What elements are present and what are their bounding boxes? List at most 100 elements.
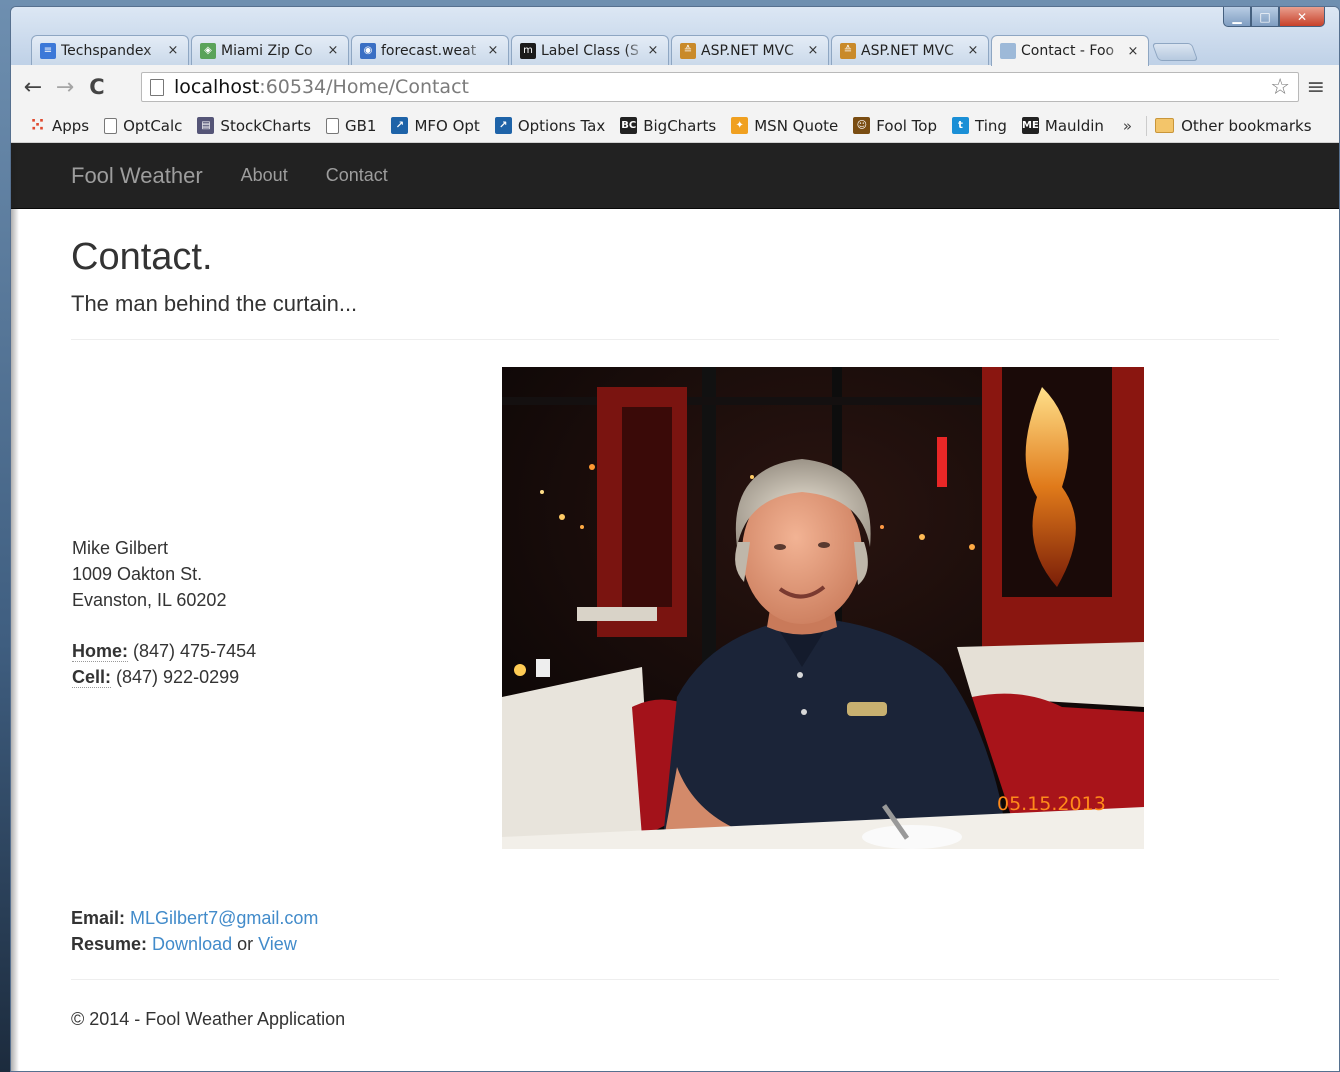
email-link[interactable]: MLGilbert7@gmail.com (130, 908, 318, 928)
bookmark-label: MFO Opt (414, 116, 480, 135)
tab-title: Label Class (S (541, 42, 639, 59)
tab-3[interactable]: m Label Class (S × (511, 35, 669, 65)
tab-title: Miami Zip Co (221, 42, 313, 59)
me-icon: ME (1021, 117, 1039, 134)
photo-date-stamp: 05.15.2013 (997, 793, 1106, 815)
page-viewport: Fool Weather About Contact Contact. The … (11, 143, 1339, 1071)
weather-icon: ◉ (360, 42, 376, 59)
bookmark-label: StockCharts (220, 116, 311, 135)
tab-list: ≡ Techspandex × ◈ Miami Zip Co × ◉ forecast.wea… (31, 35, 1199, 66)
bookmark-label: Options Tax (517, 116, 606, 135)
home-phone-label: Home: (72, 641, 129, 662)
email-line: Email: MLGilbert7@gmail.com (71, 905, 318, 931)
tab-close-icon[interactable]: × (806, 43, 820, 58)
nav-link-contact[interactable]: Contact (326, 165, 388, 186)
maximize-button[interactable]: □ (1251, 7, 1279, 27)
stack-icon: ≙ (680, 42, 696, 59)
contact-links: Email: MLGilbert7@gmail.com Resume: Down… (71, 905, 318, 957)
tab-close-icon[interactable]: × (966, 43, 980, 58)
page-content: Contact. The man behind the curtain... M… (71, 209, 1281, 1029)
menu-icon[interactable]: ≡ (1307, 75, 1325, 100)
doc-icon (325, 117, 339, 134)
page-icon (1000, 43, 1016, 59)
bookmark-item[interactable]: ME Mauldin (1021, 116, 1104, 135)
bookmark-item[interactable]: OptCalc (104, 117, 182, 135)
tab-strip: ▁ □ ✕ ≡ Techspandex × ◈ Miami Zip Co × ◉ foreca… (11, 7, 1339, 66)
bookmark-item[interactable]: ↗ MFO Opt (391, 116, 480, 135)
tab-0[interactable]: ≡ Techspandex × (31, 35, 189, 65)
portrait-photo-drawing: 05.15.2013 (502, 367, 1144, 849)
bigcharts-icon: BC (620, 117, 638, 134)
forward-button[interactable]: → (49, 75, 81, 100)
runner-icon: ↗ (494, 117, 512, 134)
bookmark-item[interactable]: GB1 (325, 116, 377, 135)
bookmark-label: GB1 (344, 116, 377, 135)
tab-close-icon[interactable]: × (326, 43, 340, 58)
tab-close-icon[interactable]: × (1126, 44, 1140, 59)
star-icon[interactable]: ☆ (1270, 75, 1290, 100)
msn-icon: ✦ (731, 117, 749, 134)
folder-icon (1155, 118, 1175, 133)
bookmark-label: Fool Top (876, 116, 937, 135)
tab-4[interactable]: ≙ ASP.NET MVC × (671, 35, 829, 65)
divider (71, 339, 1279, 340)
bookmark-label: MSN Quote (754, 116, 839, 135)
tab-title: ASP.NET MVC (701, 42, 794, 59)
tab-5[interactable]: ≙ ASP.NET MVC × (831, 35, 989, 65)
tab-title: Techspandex (61, 42, 152, 59)
resume-or-text: or (232, 934, 259, 954)
bookmarks-bar: ⁙ Apps OptCalc ▤ StockCharts GB1 ↗ MFO Opt ↗ Opti… (11, 109, 1339, 143)
reload-button[interactable]: C (81, 75, 113, 99)
window-controls: ▁ □ ✕ (1223, 7, 1325, 27)
url-path: :60534/Home/Contact (259, 76, 469, 98)
url-host: localhost (174, 76, 260, 98)
nav-link-about[interactable]: About (241, 165, 288, 186)
contact-address: Mike Gilbert 1009 Oakton St. Evanston, I… (72, 535, 256, 690)
close-window-button[interactable]: ✕ (1279, 7, 1325, 27)
tab-1[interactable]: ◈ Miami Zip Co × (191, 35, 349, 65)
other-bookmarks-label: Other bookmarks (1181, 116, 1312, 135)
contact-city: Evanston, IL 60202 (72, 590, 227, 610)
site-brand-link[interactable]: Fool Weather (71, 163, 203, 189)
bookmark-label: BigCharts (643, 116, 717, 135)
back-button[interactable]: ← (17, 75, 49, 100)
minimize-button[interactable]: ▁ (1223, 7, 1251, 27)
bookmark-item[interactable]: ☺ Fool Top (853, 117, 937, 135)
site-navbar: Fool Weather About Contact (11, 143, 1339, 209)
other-bookmarks-folder[interactable]: Other bookmarks (1155, 116, 1312, 135)
address-bar[interactable]: localhost:60534/Home/Contact ☆ (141, 72, 1299, 102)
browser-toolbar: ← → C localhost:60534/Home/Contact ☆ ≡ (11, 65, 1339, 109)
bookmark-label: OptCalc (123, 116, 183, 135)
tab-close-icon[interactable]: × (646, 43, 660, 58)
tab-title: ASP.NET MVC (861, 42, 954, 59)
bookmark-item[interactable]: BC BigCharts (620, 117, 716, 135)
bookmark-item[interactable]: ▤ StockCharts (197, 117, 311, 135)
browser-window: ▁ □ ✕ ≡ Techspandex × ◈ Miami Zip Co × ◉ foreca… (10, 6, 1340, 1072)
tab-close-icon[interactable]: × (166, 43, 180, 58)
bookmark-item[interactable]: t Ting (952, 117, 1007, 135)
bookmark-item[interactable]: ↗ Options Tax (494, 116, 606, 135)
resume-download-link[interactable]: Download (152, 934, 232, 954)
chart-icon: ▤ (197, 117, 215, 134)
new-tab-button[interactable] (1151, 43, 1199, 61)
m-icon: m (520, 42, 536, 59)
docs-icon: ≡ (40, 42, 56, 59)
cell-phone-line: Cell: (847) 922-0299 (72, 664, 256, 690)
stack-icon: ≙ (840, 42, 856, 59)
bookmark-item[interactable]: ⁙ Apps (29, 115, 89, 136)
resume-label: Resume: (71, 934, 148, 954)
bookmark-item[interactable]: ✦ MSN Quote (731, 117, 838, 135)
portrait-photo: 05.15.2013 (502, 367, 1144, 849)
tab-close-icon[interactable]: × (486, 43, 500, 58)
resume-view-link[interactable]: View (258, 934, 297, 954)
tab-2[interactable]: ◉ forecast.weat × (351, 35, 509, 65)
tab-6[interactable]: Contact - Foo × (991, 35, 1149, 66)
page-icon (150, 78, 164, 96)
bookmark-label: Mauldin (1044, 116, 1104, 135)
contact-street: 1009 Oakton St. (72, 564, 203, 584)
doc-icon (104, 117, 118, 134)
bookmarks-overflow-button[interactable]: » (1123, 117, 1132, 135)
apps-icon: ⁙ (29, 115, 46, 136)
fool-icon: ☺ (853, 117, 871, 134)
runner-icon: ↗ (391, 117, 409, 134)
